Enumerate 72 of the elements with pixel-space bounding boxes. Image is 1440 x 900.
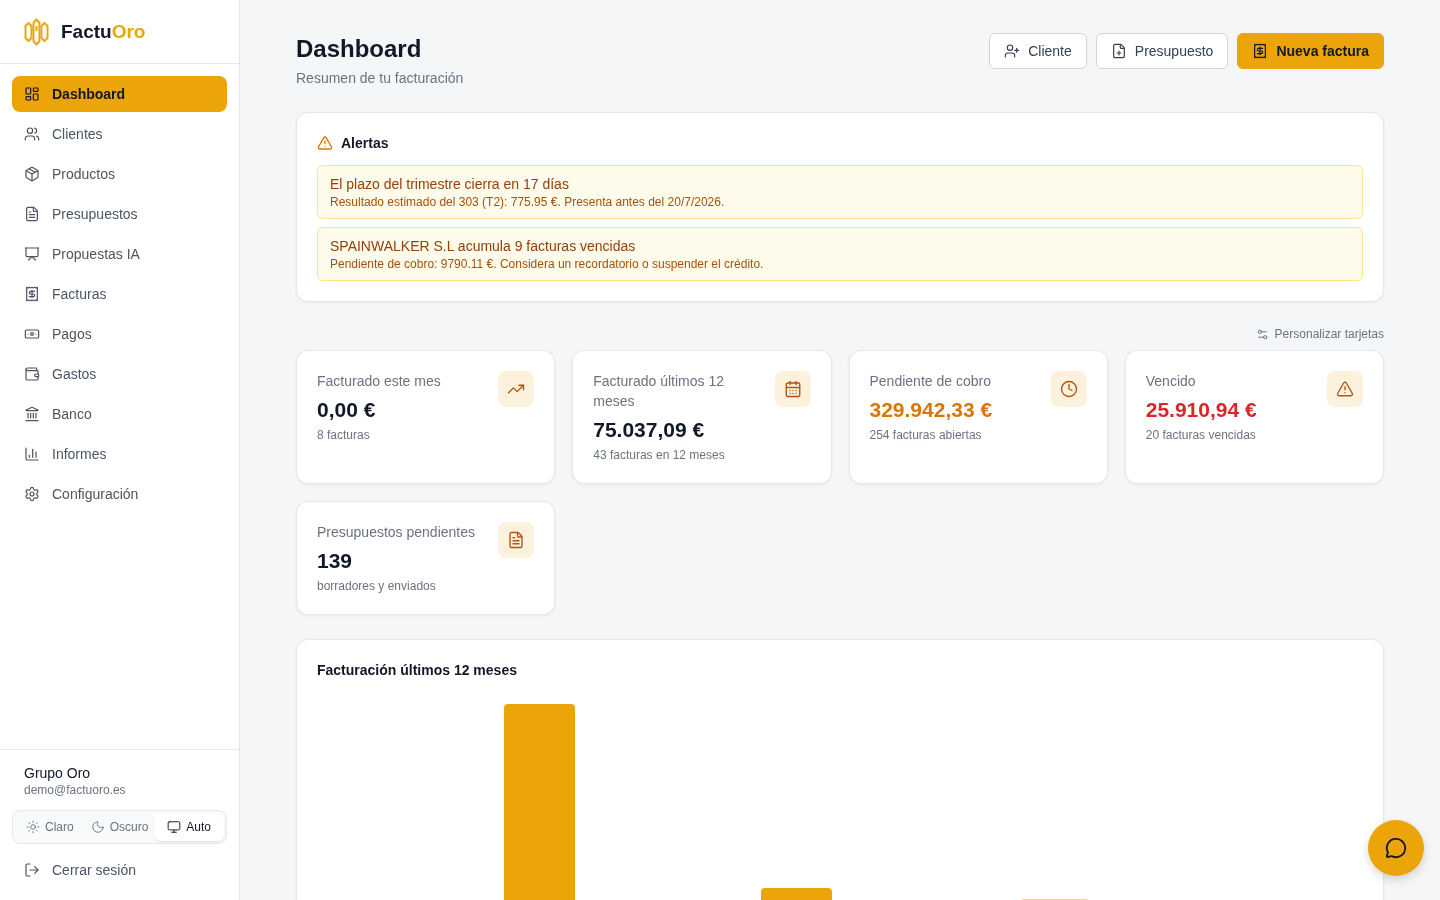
settings-icon xyxy=(24,486,40,502)
banknote-icon xyxy=(24,326,40,342)
document-icon xyxy=(498,522,535,558)
nav-item[interactable]: Gastos xyxy=(12,356,227,392)
alert-title: SPAINWALKER S.L acumula 9 facturas vencidas xyxy=(330,237,637,256)
monitor-icon xyxy=(167,820,182,834)
bar-chart-icon xyxy=(24,446,40,462)
alert-title: El plazo del trimestre cierra en 17 días xyxy=(330,175,570,194)
theme-option[interactable]: Claro xyxy=(15,813,85,841)
brand-name: FactuOro xyxy=(61,20,146,43)
stat-value: 25.910,94 € xyxy=(1145,397,1258,423)
page-title: Dashboard xyxy=(296,34,423,64)
stat-note: 20 facturas vencidas xyxy=(1145,427,1257,443)
logo-icon xyxy=(24,17,49,46)
stat-value: 139 xyxy=(317,548,354,574)
nav-item[interactable]: Propuestas IA xyxy=(12,236,227,272)
nav-item[interactable]: Productos xyxy=(12,156,227,192)
sliders-icon xyxy=(1255,327,1269,341)
stat-value: 75.037,09 € xyxy=(593,417,706,443)
stat-label: Pendiente de cobro xyxy=(869,372,992,391)
client-button[interactable]: Cliente xyxy=(989,33,1087,69)
stat-note: 8 facturas xyxy=(317,427,371,443)
nav-item[interactable]: Configuración xyxy=(12,476,227,512)
receipt-icon xyxy=(24,286,40,302)
presentation-board-icon xyxy=(24,246,40,262)
logout-link[interactable]: Cerrar sesión xyxy=(12,852,227,888)
theme-option[interactable]: Auto xyxy=(154,813,224,841)
chart-title: Facturación últimos 12 meses xyxy=(317,661,518,680)
stat-note: 43 facturas en 12 meses xyxy=(593,447,726,463)
trend-up-icon xyxy=(498,371,535,407)
account-email: demo@factuoro.es xyxy=(23,782,127,798)
alert-detail: Resultado estimado del 303 (T2): 775.95 €. Presenta antes del 20/7/2026. xyxy=(330,194,726,210)
stat-label: Facturado este mes xyxy=(317,372,442,391)
account-name: Grupo Oro xyxy=(23,764,92,782)
nav-item[interactable]: Facturas xyxy=(12,276,227,312)
nav-item[interactable]: Presupuestos xyxy=(12,196,227,232)
stat-value: 0,00 € xyxy=(317,397,377,423)
document-icon xyxy=(24,206,40,222)
user-plus-icon xyxy=(1004,43,1021,59)
nav-item[interactable]: Dashboard xyxy=(12,76,227,112)
bank-building-icon xyxy=(24,406,40,422)
nav-item[interactable]: Pagos xyxy=(12,316,227,352)
moon-icon xyxy=(90,820,105,834)
wallet-icon xyxy=(24,366,40,382)
warning-icon xyxy=(317,135,333,151)
customize-cards-button[interactable]: Personalizar tarjetas xyxy=(1255,326,1384,342)
stat-value: 329.942,33 € xyxy=(869,397,994,423)
theme-option[interactable]: Oscuro xyxy=(84,813,155,841)
new-invoice-button[interactable]: Nueva factura xyxy=(1237,33,1384,69)
alert-detail: Pendiente de cobro: 9790.11 €. Considera un recordatorio o suspender el crédito. xyxy=(330,256,765,272)
stat-note: 254 facturas abiertas xyxy=(869,427,983,443)
clock-icon xyxy=(1050,371,1087,407)
logout-icon xyxy=(24,862,40,878)
panel-title: Alertas xyxy=(341,134,389,153)
file-plus-icon xyxy=(1110,43,1127,59)
stat-label: Facturado últimos 12 meses xyxy=(593,372,725,411)
warning-icon xyxy=(1327,371,1363,407)
stat-note: borradores y enviados xyxy=(317,578,437,594)
users-icon xyxy=(24,126,40,142)
quote-button[interactable]: Presupuesto xyxy=(1095,33,1229,69)
box-icon xyxy=(24,166,40,182)
dashboard-grid-icon xyxy=(24,86,40,102)
page-subtitle: Resumen de tu facturación xyxy=(296,69,464,88)
receipt-icon xyxy=(1252,43,1269,59)
nav-item[interactable]: Clientes xyxy=(12,116,227,152)
chat-bubble-icon xyxy=(1385,837,1407,859)
calendar-icon xyxy=(774,371,811,407)
sun-icon xyxy=(26,820,40,834)
stat-label: Vencido xyxy=(1145,372,1197,391)
stat-label: Presupuestos pendientes xyxy=(317,523,476,542)
nav-item[interactable]: Informes xyxy=(12,436,227,472)
nav-item[interactable]: Banco xyxy=(12,396,227,432)
